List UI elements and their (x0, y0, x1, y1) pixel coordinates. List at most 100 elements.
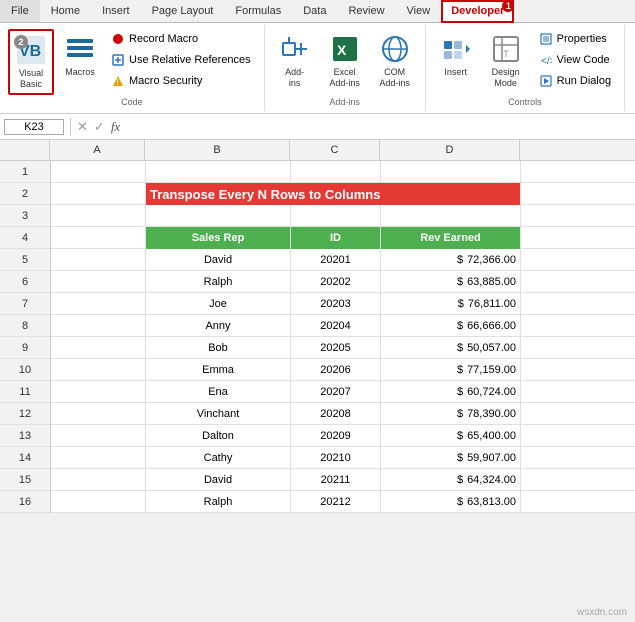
cell-8d[interactable]: $66,666.00 (381, 315, 521, 337)
cell-6b[interactable]: Ralph (146, 271, 291, 293)
cell-9c[interactable]: 20205 (291, 337, 381, 359)
design-icon: T (490, 33, 522, 65)
cell-7c[interactable]: 20203 (291, 293, 381, 315)
insert-button[interactable]: Insert (434, 29, 478, 82)
cell-12b[interactable]: Vinchant (146, 403, 291, 425)
tab-review[interactable]: Review (337, 0, 395, 22)
watermark: wsxdn.com (577, 607, 627, 618)
cell-5c[interactable]: 20201 (291, 249, 381, 271)
cell-6d[interactable]: $63,885.00 (381, 271, 521, 293)
cell-reference-box[interactable] (4, 119, 64, 135)
cell-12c[interactable]: 20208 (291, 403, 381, 425)
visual-basic-button[interactable]: 2 VB Visual Basic (8, 29, 54, 95)
cell-13b[interactable]: Dalton (146, 425, 291, 447)
header-sales-rep[interactable]: Sales Rep (146, 227, 291, 249)
cell-6c[interactable]: 20202 (291, 271, 381, 293)
cell-3a[interactable] (51, 205, 146, 227)
cell-16c[interactable]: 20212 (291, 491, 381, 513)
cell-8c[interactable]: 20204 (291, 315, 381, 337)
cell-7a[interactable] (51, 293, 146, 315)
design-mode-button[interactable]: T Design Mode (484, 29, 528, 93)
header-id[interactable]: ID (291, 227, 381, 249)
cell-9d[interactable]: $50,057.00 (381, 337, 521, 359)
cell-1a[interactable] (51, 161, 146, 183)
tab-file[interactable]: File (0, 0, 40, 22)
tab-view[interactable]: View (396, 0, 442, 22)
cell-1b[interactable] (146, 161, 291, 183)
macros-button[interactable]: Macros (58, 29, 102, 82)
cell-10a[interactable] (51, 359, 146, 381)
cell-3c[interactable] (291, 205, 381, 227)
warning-icon: ! (111, 74, 125, 88)
addins-button[interactable]: Add- ins (273, 29, 317, 93)
cancel-formula-icon[interactable]: ✕ (77, 119, 88, 135)
table-row: Ralph 20202 $63,885.00 (51, 271, 635, 293)
record-macro-button[interactable]: Record Macro (106, 29, 256, 49)
cell-12d[interactable]: $78,390.00 (381, 403, 521, 425)
row-num-14: 14 (0, 447, 50, 469)
visual-basic-label: Visual Basic (19, 68, 43, 90)
row-num-10: 10 (0, 359, 50, 381)
cell-11d[interactable]: $60,724.00 (381, 381, 521, 403)
cell-7d[interactable]: $76,811.00 (381, 293, 521, 315)
cell-14c[interactable]: 20210 (291, 447, 381, 469)
properties-button[interactable]: Properties (534, 29, 616, 49)
cell-13a[interactable] (51, 425, 146, 447)
macro-security-button[interactable]: ! Macro Security (106, 71, 256, 91)
cell-15c[interactable]: 20211 (291, 469, 381, 491)
cell-8a[interactable] (51, 315, 146, 337)
cell-16d[interactable]: $63,813.00 (381, 491, 521, 513)
cell-1c[interactable] (291, 161, 381, 183)
ribbon-body: 2 VB Visual Basic (0, 23, 635, 113)
cell-14d[interactable]: $59,907.00 (381, 447, 521, 469)
tab-home[interactable]: Home (40, 0, 91, 22)
cell-15d[interactable]: $64,324.00 (381, 469, 521, 491)
cell-14a[interactable] (51, 447, 146, 469)
excel-addins-button[interactable]: X Excel Add-ins (323, 29, 367, 93)
cell-15b[interactable]: David (146, 469, 291, 491)
tab-insert[interactable]: Insert (91, 0, 141, 22)
tab-formulas[interactable]: Formulas (224, 0, 292, 22)
cell-11b[interactable]: Ena (146, 381, 291, 403)
cell-9a[interactable] (51, 337, 146, 359)
com-addins-button[interactable]: COM Add-ins (373, 29, 417, 93)
run-dialog-icon (539, 74, 553, 88)
cell-10d[interactable]: $77,159.00 (381, 359, 521, 381)
cell-5d[interactable]: $72,366.00 (381, 249, 521, 271)
cell-5b[interactable]: David (146, 249, 291, 271)
cell-3d[interactable] (381, 205, 521, 227)
cell-13d[interactable]: $65,400.00 (381, 425, 521, 447)
cell-1d[interactable] (381, 161, 521, 183)
cell-4a[interactable] (51, 227, 146, 249)
cell-11a[interactable] (51, 381, 146, 403)
spreadsheet-title[interactable]: Transpose Every N Rows to Columns (146, 183, 521, 205)
view-code-button[interactable]: </> View Code (534, 50, 616, 70)
cell-7b[interactable]: Joe (146, 293, 291, 315)
row-num-6: 6 (0, 271, 50, 293)
cell-11c[interactable]: 20207 (291, 381, 381, 403)
tab-data[interactable]: Data (292, 0, 337, 22)
run-dialog-button[interactable]: Run Dialog (534, 71, 616, 91)
header-rev-earned[interactable]: Rev Earned (381, 227, 521, 249)
confirm-formula-icon[interactable]: ✓ (94, 119, 105, 135)
cell-3b[interactable] (146, 205, 291, 227)
insert-function-icon[interactable]: fx (111, 119, 120, 135)
cell-9b[interactable]: Bob (146, 337, 291, 359)
cell-13c[interactable]: 20209 (291, 425, 381, 447)
cell-15a[interactable] (51, 469, 146, 491)
cell-14b[interactable]: Cathy (146, 447, 291, 469)
use-relative-button[interactable]: Use Relative References (106, 50, 256, 70)
cell-12a[interactable] (51, 403, 146, 425)
cell-10c[interactable]: 20206 (291, 359, 381, 381)
cell-2a[interactable] (51, 183, 146, 205)
cell-5a[interactable] (51, 249, 146, 271)
cell-10b[interactable]: Emma (146, 359, 291, 381)
addins-group: Add- ins X Excel Add-ins (265, 25, 426, 111)
tab-page-layout[interactable]: Page Layout (141, 0, 225, 22)
cell-16a[interactable] (51, 491, 146, 513)
tab-developer[interactable]: 1 Developer (441, 0, 514, 23)
cell-6a[interactable] (51, 271, 146, 293)
cell-16b[interactable]: Ralph (146, 491, 291, 513)
formula-input[interactable] (124, 120, 631, 134)
cell-8b[interactable]: Anny (146, 315, 291, 337)
